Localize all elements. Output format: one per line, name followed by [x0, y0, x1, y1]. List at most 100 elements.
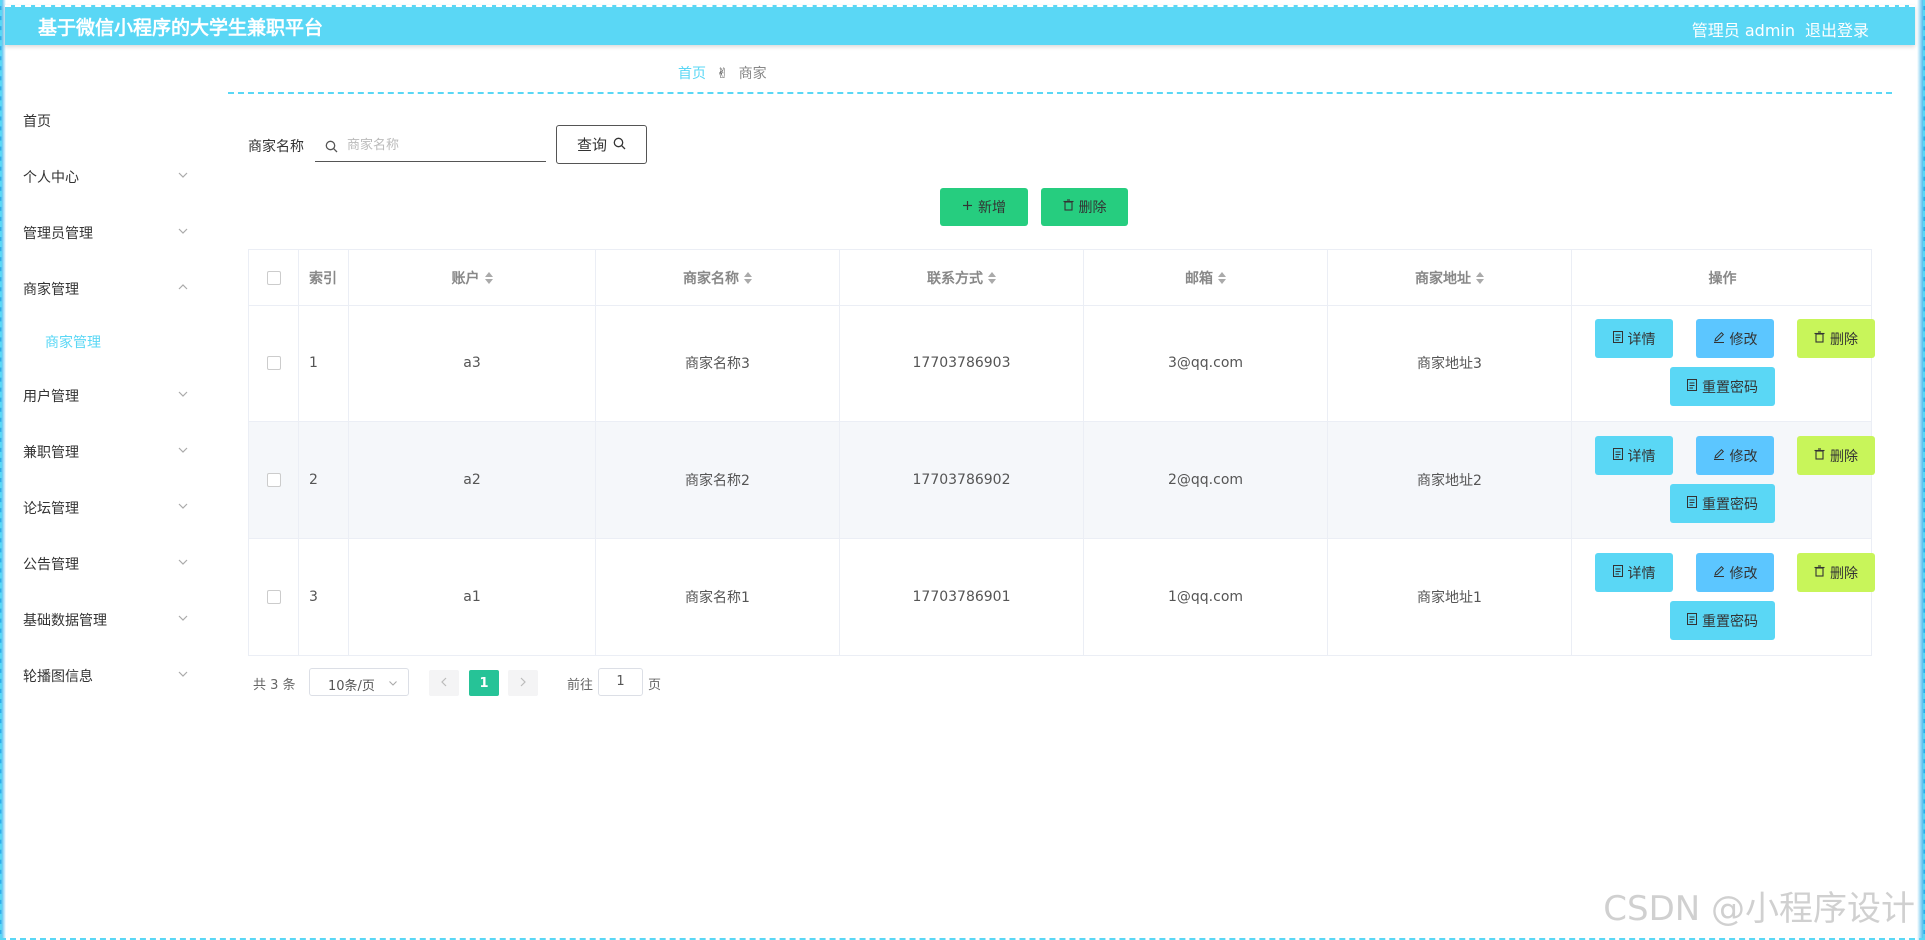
table-row: 3 a1 商家名称1 17703786901 1@qq.com 商家地址1 详情…: [249, 539, 1875, 656]
reset-password-button[interactable]: 重置密码: [1670, 484, 1775, 523]
cell-merchant-name: 商家名称1: [596, 539, 840, 655]
prev-page-button[interactable]: [429, 670, 459, 696]
reset-password-label: 重置密码: [1702, 496, 1758, 513]
select-all-checkbox[interactable]: [266, 270, 281, 285]
row-checkbox[interactable]: [266, 590, 281, 604]
query-button[interactable]: 查询: [556, 125, 647, 164]
cell-account: a3: [349, 305, 596, 421]
edit-button[interactable]: 修改: [1696, 319, 1774, 358]
breadcrumb-home-link[interactable]: 首页: [678, 66, 706, 82]
header-label: 商家名称: [683, 270, 739, 287]
detail-button[interactable]: 详情: [1595, 319, 1673, 358]
app-title: 基于微信小程序的大学生兼职平台: [38, 17, 324, 39]
batch-delete-button[interactable]: 删除: [1041, 188, 1128, 226]
sidebar-item-personal-center[interactable]: 个人中心: [23, 166, 193, 190]
top-header: 基于微信小程序的大学生兼职平台 管理员 admin 退出登录: [5, 5, 1915, 45]
sidebar-item-admin-management[interactable]: 管理员管理: [23, 222, 193, 246]
page-size-select[interactable]: 10条/页: [309, 668, 409, 696]
row-checkbox[interactable]: [266, 473, 281, 487]
sidebar-item-forum-management[interactable]: 论坛管理: [23, 497, 193, 521]
reset-password-label: 重置密码: [1702, 613, 1758, 630]
header-contact[interactable]: 联系方式: [840, 250, 1084, 305]
search-icon: [325, 138, 338, 157]
current-user-label: 管理员 admin: [1691, 21, 1795, 40]
breadcrumb: 首页 ✌ 商家: [678, 63, 767, 83]
edit-button[interactable]: 修改: [1696, 553, 1774, 592]
delete-button[interactable]: 删除: [1797, 436, 1875, 475]
edit-button-label: 修改: [1729, 448, 1758, 465]
cell-operations: 详情 修改 删除 重置密码: [1572, 539, 1875, 655]
sidebar-item-carousel-info[interactable]: 轮播图信息: [23, 665, 193, 689]
sidebar-item-merchant-management[interactable]: 商家管理: [23, 278, 193, 302]
header-merchant-name[interactable]: 商家名称: [596, 250, 840, 305]
sidebar-item-home[interactable]: 首页: [23, 110, 193, 134]
header-label: 联系方式: [927, 270, 983, 287]
delete-button[interactable]: 删除: [1797, 319, 1875, 358]
cell-contact: 17703786902: [840, 422, 1084, 538]
chevron-up-icon: [177, 281, 191, 295]
hand-icon: ✌: [716, 66, 729, 82]
logout-link[interactable]: 退出登录: [1805, 17, 1869, 41]
trash-icon: [1063, 199, 1074, 215]
cell-address: 商家地址1: [1328, 539, 1572, 655]
sidebar-item-label: 论坛管理: [23, 501, 79, 517]
row-select-cell: [249, 422, 299, 538]
detail-button[interactable]: 详情: [1595, 436, 1673, 475]
chevron-down-icon: [177, 225, 191, 239]
cell-email: 1@qq.com: [1084, 539, 1328, 655]
edit-button[interactable]: 修改: [1696, 436, 1774, 475]
goto-page-input[interactable]: 1: [598, 668, 643, 696]
watermark: CSDN @小程序设计: [1603, 889, 1915, 929]
sidebar-item-base-data-management[interactable]: 基础数据管理: [23, 609, 193, 633]
reset-password-button[interactable]: 重置密码: [1670, 367, 1775, 406]
delete-button-label: 删除: [1830, 331, 1858, 348]
goto-unit-label: 页: [648, 678, 662, 693]
sort-icon[interactable]: [1476, 271, 1484, 284]
document-icon: [1687, 612, 1697, 629]
window-edge-right: [1917, 0, 1925, 940]
edit-icon: [1713, 448, 1725, 464]
add-button[interactable]: 新增: [940, 188, 1028, 226]
plus-icon: [962, 199, 973, 215]
sidebar-item-label: 轮播图信息: [23, 669, 93, 685]
delete-button[interactable]: 删除: [1797, 553, 1875, 592]
detail-button-label: 详情: [1627, 448, 1656, 465]
row-select-cell: [249, 305, 299, 421]
next-page-button[interactable]: [508, 670, 538, 696]
page-number-active[interactable]: 1: [469, 670, 499, 696]
pagination-total: 共 3 条: [253, 678, 296, 693]
sort-icon[interactable]: [988, 271, 996, 284]
sidebar-item-parttime-management[interactable]: 兼职管理: [23, 441, 193, 465]
sidebar-item-label: 基础数据管理: [23, 613, 107, 629]
sidebar-subitem-merchant-management[interactable]: 商家管理: [45, 331, 101, 355]
sidebar-item-label: 公告管理: [23, 557, 79, 573]
edit-icon: [1713, 565, 1725, 581]
header-email[interactable]: 邮箱: [1084, 250, 1328, 305]
chevron-down-icon: [177, 169, 191, 183]
row-checkbox[interactable]: [266, 356, 281, 370]
reset-password-button[interactable]: 重置密码: [1670, 601, 1775, 640]
merchant-name-search-input[interactable]: [345, 134, 539, 156]
search-icon: [613, 136, 626, 154]
cell-merchant-name: 商家名称3: [596, 305, 840, 421]
goto-label: 前往: [567, 678, 594, 693]
detail-button[interactable]: 详情: [1595, 553, 1673, 592]
header-label: 邮箱: [1185, 270, 1213, 287]
detail-button-label: 详情: [1627, 565, 1656, 582]
sidebar-item-user-management[interactable]: 用户管理: [23, 385, 193, 409]
sidebar-item-notice-management[interactable]: 公告管理: [23, 553, 193, 577]
sort-icon[interactable]: [1218, 271, 1226, 284]
sort-icon[interactable]: [484, 271, 493, 284]
cell-index: 2: [299, 422, 349, 538]
chevron-down-icon: [177, 444, 191, 458]
sort-icon[interactable]: [744, 271, 752, 284]
trash-icon: [1814, 447, 1825, 464]
header-address[interactable]: 商家地址: [1328, 250, 1572, 305]
chevron-down-icon: [177, 668, 191, 682]
search-label: 商家名称: [248, 139, 304, 155]
cell-email: 2@qq.com: [1084, 422, 1328, 538]
reset-password-label: 重置密码: [1702, 379, 1758, 396]
header-label: 账户: [451, 270, 480, 287]
trash-icon: [1814, 564, 1825, 581]
header-account[interactable]: 账户: [349, 250, 596, 305]
